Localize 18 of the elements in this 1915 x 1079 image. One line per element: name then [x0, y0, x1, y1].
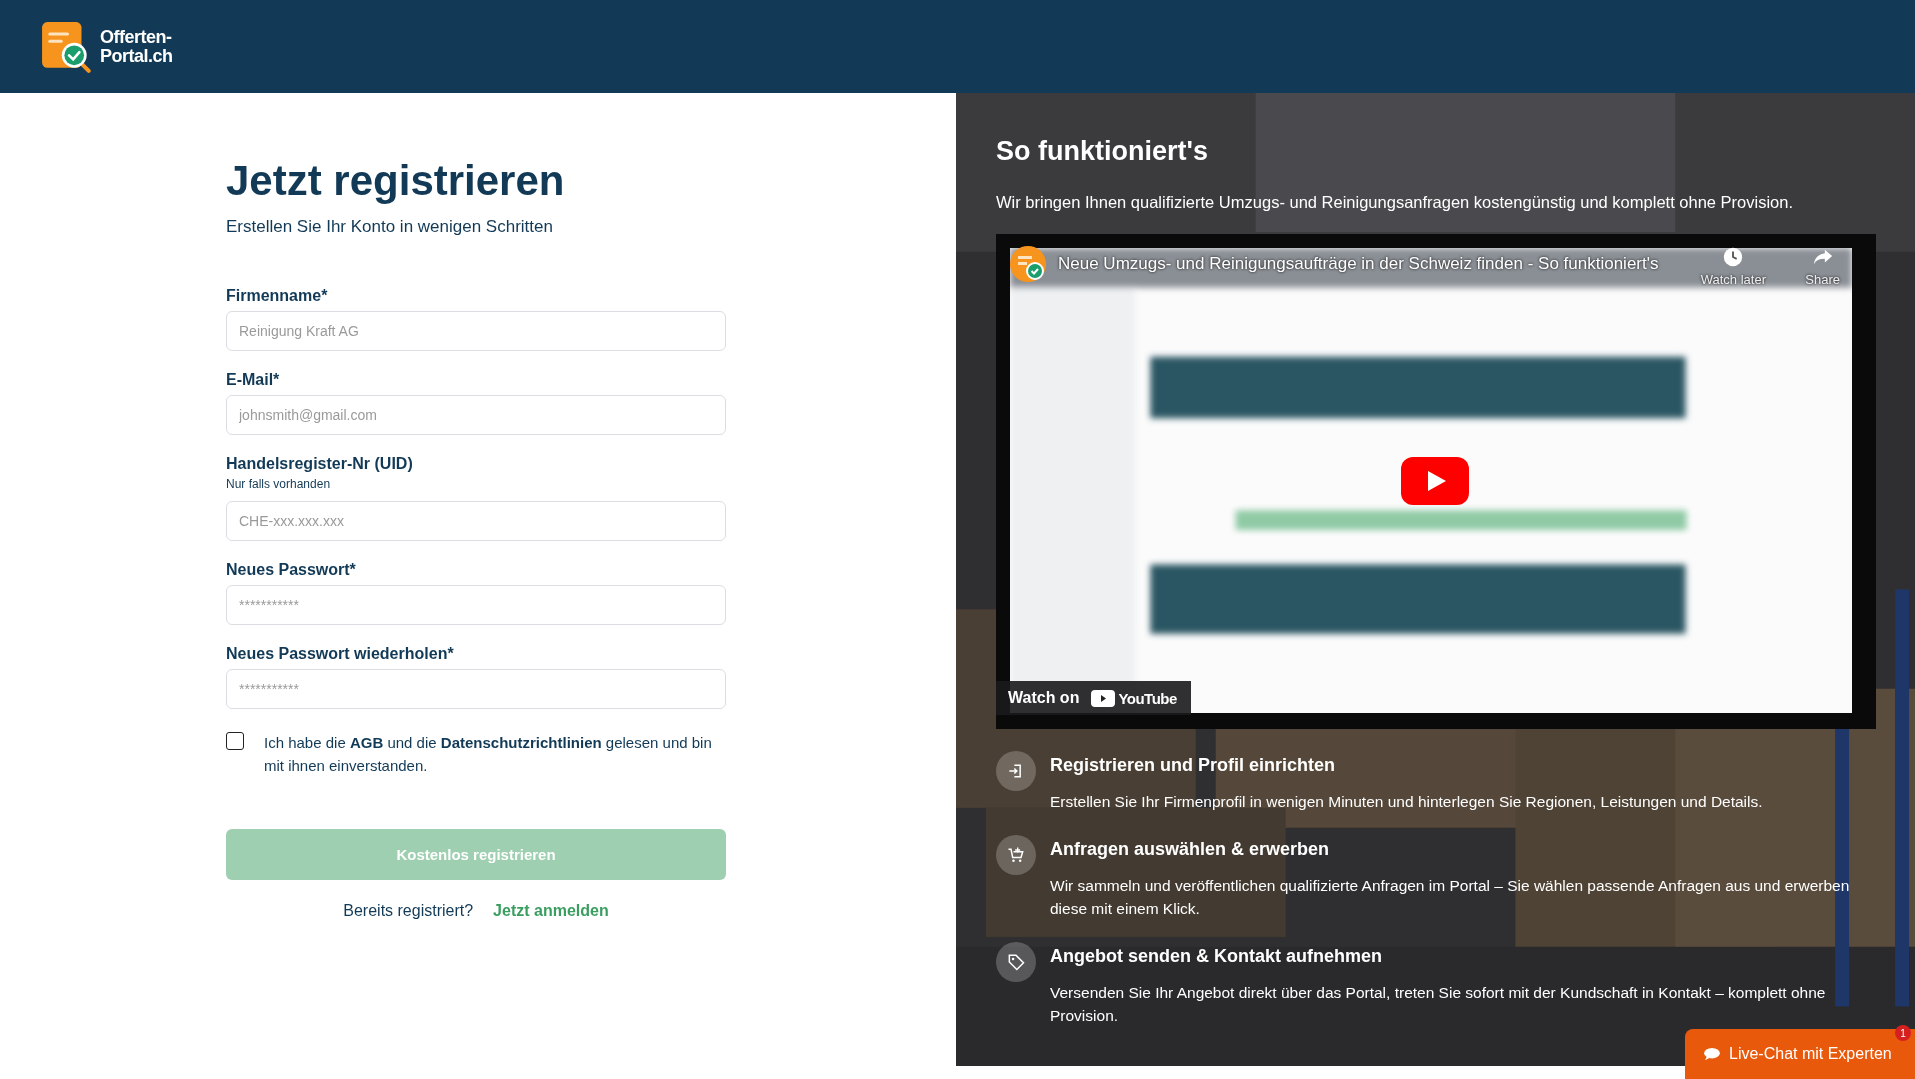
- input-field[interactable]: CHE-xxx.xxx.xxx: [226, 501, 726, 541]
- login-link[interactable]: Jetzt anmelden: [493, 902, 609, 920]
- field-label: E-Mail*: [226, 371, 281, 389]
- input-field[interactable]: Reinigung Kraft AG: [226, 311, 726, 351]
- field-label: Neues Passwort wiederholen*: [226, 645, 455, 663]
- input-field[interactable]: ***********: [226, 669, 726, 709]
- input-field[interactable]: ***********: [226, 585, 726, 625]
- checkbox[interactable]: [226, 732, 244, 750]
- page-title: Jetzt registrieren: [226, 156, 566, 206]
- field-label: Handelsregister-Nr (UID): [226, 455, 414, 473]
- input-field[interactable]: johnsmith@gmail.com: [226, 395, 726, 435]
- consent-text: Ich habe die AGB und die Datenschutzrichtlinien gelesen und bin mit ihnen einverstanden.: [264, 733, 713, 776]
- subtitle: Erstellen Sie Ihr Konto in wenigen Schritten: [226, 217, 554, 237]
- field-label: Neues Passwort*: [226, 561, 357, 579]
- field-hint: Nur falls vorhanden: [226, 477, 332, 491]
- login-prompt: Bereits registriert?: [343, 902, 474, 920]
- logo-text[interactable]: Offerten- Portal.ch: [100, 27, 173, 66]
- field-label: Firmenname*: [226, 287, 329, 305]
